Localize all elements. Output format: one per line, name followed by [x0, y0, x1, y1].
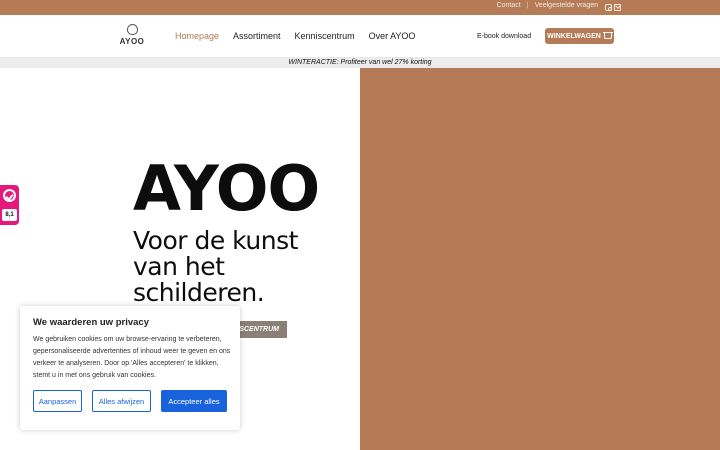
main-nav: Homepage Assortiment Kenniscentrum Over …	[175, 31, 415, 41]
cart-label: WINKELWAGEN	[547, 32, 601, 40]
faq-link[interactable]: Veelgestelde vragen	[535, 2, 598, 9]
top-bar: Contact | Veelgestelde vragen	[0, 0, 720, 15]
review-check-icon	[3, 189, 16, 202]
review-widget[interactable]: 8,1	[0, 185, 19, 225]
hero-title: AYOO	[133, 152, 320, 225]
promo-banner: WINTERACTIE: Profiteer van wel 27% korti…	[0, 58, 720, 68]
cookie-customize-button[interactable]: Aanpassen	[33, 390, 82, 412]
logo-mark-icon	[126, 24, 138, 35]
ebook-download-link[interactable]: E-book download	[477, 33, 531, 40]
contact-link[interactable]: Contact	[497, 2, 521, 9]
nav-assortiment[interactable]: Assortiment	[233, 31, 281, 41]
cookie-accept-button[interactable]: Accepteer alles	[161, 390, 227, 412]
cookie-consent-dialog: We waarderen uw privacy We gebruiken coo…	[20, 306, 240, 430]
top-separator: |	[526, 2, 529, 9]
cookie-reject-button[interactable]: Alles afwijzen	[92, 390, 151, 412]
cookie-title: We waarderen uw privacy	[33, 317, 149, 328]
nav-kenniscentrum[interactable]: Kenniscentrum	[295, 31, 355, 41]
cart-button[interactable]: WINKELWAGEN	[545, 28, 614, 44]
logo[interactable]: AYOO	[117, 24, 147, 46]
instagram-icon[interactable]	[605, 4, 612, 11]
hero-image-panel	[360, 68, 720, 450]
top-links: Contact | Veelgestelde vragen	[497, 2, 598, 9]
mail-icon[interactable]	[614, 4, 621, 11]
nav-homepage[interactable]: Homepage	[175, 31, 219, 41]
cookie-text: We gebruiken cookies om uw browse-ervari…	[33, 336, 231, 379]
header: AYOO Homepage Assortiment Kenniscentrum …	[0, 15, 720, 58]
basket-icon	[602, 32, 613, 39]
hero-subtitle: Voor de kunst van het schilderen.	[133, 226, 298, 307]
nav-over-ayoo[interactable]: Over AYOO	[369, 31, 416, 41]
review-score: 8,1	[2, 209, 17, 221]
logo-text: AYOO	[119, 37, 145, 46]
